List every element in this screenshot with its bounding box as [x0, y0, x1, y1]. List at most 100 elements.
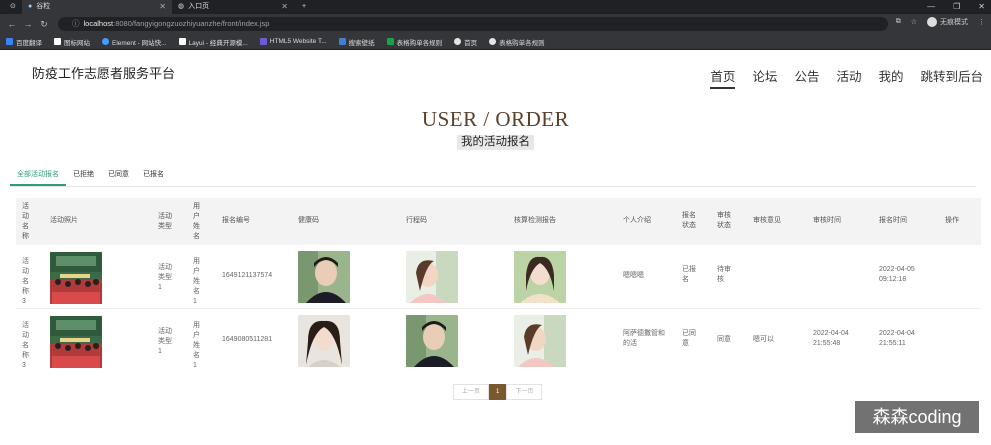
bookmark-favicon-icon [178, 38, 186, 45]
cell-order-no: 1649121137574 [222, 272, 273, 279]
cell-order-status: 已报名 [682, 266, 696, 283]
nav-admin[interactable]: 跳转到后台 [920, 66, 983, 89]
address-bar-row: ← → ↻ ⓘ localhost:8080/fangyigongzuozhiyu… [0, 14, 991, 34]
bookmark-item[interactable]: HTML5 Website T... [259, 38, 327, 45]
url-host: localhost [83, 19, 114, 28]
minimize-icon[interactable]: — [927, 0, 935, 14]
tab-favicon-icon: ● [28, 3, 33, 10]
filter-tabs: 全部活动报名 已拒绝 已同意 已报名 [10, 167, 976, 187]
watermark: 森森coding [855, 401, 979, 433]
column-header: 操作 [945, 217, 959, 224]
url-path: :8080/fangyigongzuozhiyuanzhe/front/inde… [113, 19, 270, 28]
bookmark-item[interactable]: 表格购单各规则 [489, 37, 545, 47]
browser-tab-2[interactable]: ◍ 入口页 ✕ [172, 0, 294, 14]
pagination: 上一页 1 下一页 [453, 384, 543, 400]
tab-rejected[interactable]: 已拒绝 [66, 167, 101, 186]
reload-icon[interactable]: ↻ [36, 19, 52, 30]
window-controls: — ❐ ✕ [927, 0, 985, 14]
browser-tab-strip: ⊙ ● 谷粒 ✕ ◍ 入口页 ✕ + — ❐ ✕ [0, 0, 991, 14]
site-nav: 首页 论坛 公告 活动 我的 跳转到后台 [710, 66, 983, 89]
bookmark-item[interactable]: Layui - 经典开源模... [178, 37, 248, 47]
browser-tab-1[interactable]: ● 谷粒 ✕ [22, 0, 172, 14]
portrait-female-front-icon [298, 315, 350, 367]
nav-home[interactable]: 首页 [710, 66, 736, 89]
cell-order-no: 1649080511281 [222, 336, 273, 343]
portrait-female-side-icon [514, 315, 566, 367]
column-header: 报名状态 [682, 212, 696, 229]
back-icon[interactable]: ← [4, 19, 20, 29]
tab-approved[interactable]: 已同意 [101, 167, 136, 186]
column-header: 活动类型 [158, 213, 172, 230]
forward-icon[interactable]: → [20, 19, 36, 29]
trip-code-photo [406, 315, 458, 367]
bookmark-item[interactable]: 首页 [454, 37, 477, 47]
cell-activity-name: 活动名称3 [22, 258, 29, 305]
cell-review-status: 同意 [717, 336, 731, 343]
new-tab-button[interactable]: + [296, 0, 312, 14]
prev-page-button[interactable]: 上一页 [453, 384, 490, 400]
column-header: 个人介绍 [623, 217, 651, 224]
translate-icon[interactable]: ⧉ [896, 18, 901, 26]
site-header: 防疫工作志愿者服务平台 首页 论坛 公告 活动 我的 跳转到后台 [0, 50, 991, 98]
cell-activity-type: 活动类型1 [158, 264, 172, 291]
table-row[interactable]: 活动名称3 活动类型1 用户姓名1 1649080511281 阿萨德撒管和的活… [16, 308, 981, 371]
tab-label: 谷粒 [36, 3, 51, 10]
close-tab-icon[interactable]: ✕ [281, 0, 288, 14]
test-report-photo [514, 251, 566, 303]
avatar [927, 17, 937, 27]
column-header: 行程码 [406, 217, 427, 224]
bookmark-favicon-icon [6, 38, 13, 45]
next-page-button[interactable]: 下一页 [506, 384, 543, 400]
classroom-photo-icon [50, 316, 102, 368]
restore-icon[interactable]: ❐ [953, 0, 960, 14]
info-icon: ⓘ [72, 19, 80, 28]
bookmark-favicon-icon [338, 38, 346, 45]
page-number-button[interactable]: 1 [489, 384, 507, 400]
bookmark-item[interactable]: 百度翻译 [6, 37, 42, 47]
profile-button[interactable]: 无痕模式 [927, 17, 968, 27]
portrait-male-icon [406, 315, 458, 367]
column-header: 健康码 [298, 217, 319, 224]
bookmark-item[interactable]: 图标网站 [54, 37, 90, 47]
bookmark-item[interactable]: Element - 网站快... [102, 37, 167, 47]
column-header: 活动照片 [50, 217, 78, 224]
cell-order-time: 2022-04-05 09:12:18 [879, 266, 915, 283]
portrait-female-front-icon [514, 251, 566, 303]
nav-forum[interactable]: 论坛 [752, 66, 777, 89]
column-header: 审核意见 [753, 217, 781, 224]
banner-title-en: USER / ORDER [421, 107, 570, 131]
activity-photo [50, 316, 102, 368]
cell-order-time: 2022-04-04 21:55:11 [879, 330, 915, 347]
profile-label: 无痕模式 [940, 19, 968, 26]
nav-activity[interactable]: 活动 [836, 66, 861, 89]
bookmark-favicon-icon [102, 38, 109, 45]
tab-registered[interactable]: 已报名 [136, 167, 171, 186]
test-report-photo [514, 315, 566, 367]
tab-all[interactable]: 全部活动报名 [10, 167, 66, 186]
bookmark-star-icon[interactable]: ☆ [911, 18, 917, 26]
tab-label: 入口页 [188, 3, 210, 10]
cell-activity-type: 活动类型1 [158, 328, 172, 355]
close-tab-icon[interactable]: ✕ [159, 0, 166, 14]
cell-review-status: 待审核 [717, 266, 731, 283]
bookmark-item[interactable]: 搜索壁纸 [338, 37, 375, 47]
bookmark-favicon-icon [54, 38, 61, 45]
browser-menu-icon[interactable]: ⊙ [4, 0, 22, 14]
kebab-menu-icon[interactable]: ⋮ [978, 18, 985, 26]
column-header: 报名编号 [222, 217, 250, 224]
url-field[interactable]: ⓘ localhost:8080/fangyigongzuozhiyuanzhe/… [58, 17, 888, 31]
trip-code-photo [406, 251, 458, 303]
bookmark-item[interactable]: 表格购单各规则 [386, 37, 442, 47]
table-row[interactable]: 活动名称3 活动类型1 用户姓名1 1649121137574 嗯嗯嗯 已报名 … [16, 245, 981, 308]
cell-intro: 阿萨德撒管和的活 [623, 330, 665, 347]
nav-notice[interactable]: 公告 [794, 66, 819, 89]
classroom-photo-icon [50, 252, 102, 304]
bookmark-favicon-icon [489, 38, 497, 45]
portrait-male-icon [298, 251, 350, 303]
cell-activity-name: 活动名称3 [22, 322, 29, 369]
bookmarks-bar: 百度翻译 图标网站 Element - 网站快... Layui - 经典开源模… [0, 34, 991, 50]
banner-title-cn: 我的活动报名 [457, 135, 534, 150]
nav-mine[interactable]: 我的 [878, 66, 903, 89]
column-header: 用户姓名 [193, 203, 200, 240]
close-window-icon[interactable]: ✕ [978, 0, 985, 14]
